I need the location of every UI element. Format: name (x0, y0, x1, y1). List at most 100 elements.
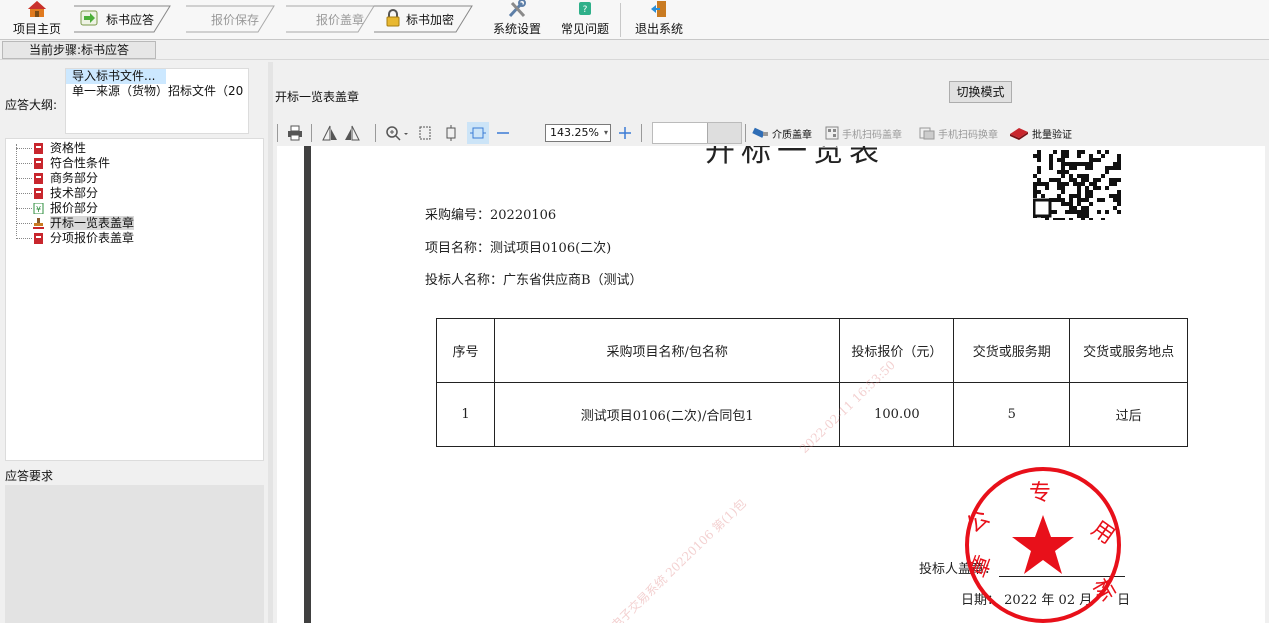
svg-text:¥: ¥ (36, 205, 41, 214)
tree-item-label: 报价部分 (50, 201, 99, 215)
media-seal-button[interactable]: 介质盖章 (751, 122, 812, 144)
usb-key-icon (752, 127, 768, 138)
document-heading: 开标一览表 (705, 146, 885, 169)
step-label-quote-seal: 报价盖章 (316, 13, 365, 27)
table-header-row: 序号 采购项目名称/包名称 投标报价（元） 交货或服务期 交货或服务地点 (436, 318, 1188, 383)
media-seal-label: 介质盖章 (772, 129, 812, 141)
mobile-scan-swap-label: 手机扫码换章 (938, 129, 998, 141)
zoom-tool-button[interactable] (385, 122, 409, 144)
tree-item-technical[interactable]: 技术部分 (6, 186, 263, 201)
lock-icon (386, 9, 400, 27)
toolbar-divider (277, 124, 278, 142)
project-home-button[interactable]: 项目主页 (12, 0, 62, 40)
toolbar-divider (745, 124, 746, 142)
batch-verify-label: 批量验证 (1032, 129, 1072, 141)
page-navigator-box[interactable] (652, 122, 742, 144)
print-button[interactable] (287, 122, 303, 144)
outline-list[interactable]: 导入标书文件... 单一来源（货物）招标文件（20 (65, 68, 249, 134)
tree-item-label: 开标一览表盖章 (50, 216, 135, 230)
table-header-cell: 交货或服务期 (953, 318, 1071, 383)
zoom-level-select[interactable]: 143.25% ▾ (545, 124, 611, 142)
rotate-right-icon (345, 125, 360, 141)
fit-page-icon (446, 125, 456, 141)
tree-item-qualification[interactable]: 资格性 (6, 141, 263, 156)
zoom-level-value: 143.25% (550, 126, 599, 139)
tree-item-business[interactable]: 商务部分 (6, 171, 263, 186)
tools-icon (508, 0, 526, 18)
green-arrow-icon (80, 10, 98, 26)
tree-item-label: 技术部分 (50, 186, 99, 200)
pdf-toolbar: 143.25% ▾ 介质盖章 手机扫码盖章 手机扫码换章 批量验证 (277, 122, 1267, 144)
mobile-scan-seal-button[interactable]: 手机扫码盖章 (825, 122, 902, 144)
tree-item-label: 商务部分 (50, 171, 99, 185)
pdf-doc-icon (34, 143, 43, 154)
outline-item-import[interactable]: 导入标书文件... (66, 69, 166, 84)
toolbar-divider (620, 3, 621, 37)
document-viewer[interactable]: 开标一览表 采购编号：20220106 项目名称：测试项目0106(二次) 投标… (277, 146, 1265, 623)
mobile-scan-seal-label: 手机扫码盖章 (842, 129, 902, 141)
step-quote-seal[interactable]: 报价盖章 (282, 4, 382, 34)
book-stack-icon (1010, 128, 1028, 140)
table-header-cell: 采购项目名称/包名称 (493, 318, 841, 383)
step-bid-encrypt[interactable]: 标书加密 (370, 4, 478, 34)
batch-verify-button[interactable]: 批量验证 (1009, 122, 1072, 144)
red-official-seal: 专 用 公 章 标 (962, 467, 1121, 623)
current-step-tab[interactable]: 当前步骤:标书应答 (2, 41, 156, 59)
exit-system-button[interactable]: 退出系统 (632, 0, 686, 40)
table-cell: 过后 (1069, 382, 1188, 447)
rotate-right-button[interactable] (343, 122, 361, 144)
plus-icon (619, 127, 631, 139)
exit-door-icon (651, 1, 666, 17)
fit-width-button[interactable] (467, 122, 489, 144)
tree-item-label: 资格性 (50, 141, 87, 155)
faq-label: 常见问题 (560, 22, 609, 36)
table-header-cell: 序号 (436, 318, 495, 383)
bidder-name: 投标人名称：广东省供应商B（测试） (425, 273, 643, 288)
page-edge (304, 146, 311, 623)
table-header-cell: 交货或服务地点 (1069, 318, 1188, 383)
outline-item-tender-file[interactable]: 单一来源（货物）招标文件（20 (66, 84, 248, 99)
svg-text:?: ? (583, 5, 588, 15)
svg-text:章: 章 (966, 552, 997, 581)
tree-item-label: 分项报价表盖章 (50, 231, 135, 245)
requirements-label: 应答要求 (5, 469, 54, 483)
faq-button[interactable]: ? 常见问题 (558, 0, 612, 40)
table-cell: 测试项目0106(二次)/合同包1 (493, 382, 841, 447)
stamp-icon (33, 218, 44, 229)
outline-label: 应答大纲: (5, 98, 58, 112)
mobile-scan-swap-button[interactable]: 手机扫码换章 (919, 122, 998, 144)
step-label-quote-save: 报价保存 (211, 13, 260, 27)
project-name: 项目名称：测试项目0106(二次) (425, 241, 612, 256)
zoom-out-button[interactable] (495, 122, 511, 144)
tree-item-quotation[interactable]: ¥ 报价部分 (6, 201, 263, 216)
tree-item-compliance[interactable]: 符合性条件 (6, 156, 263, 171)
bid-summary-table: 序号 采购项目名称/包名称 投标报价（元） 交货或服务期 交货或服务地点 1 测… (436, 318, 1188, 447)
chevron-down-icon: ▾ (603, 128, 608, 137)
actual-size-button[interactable] (417, 122, 433, 144)
table-cell: 5 (953, 382, 1071, 447)
current-step-bar: 当前步骤:标书应答 (0, 40, 1269, 60)
switch-mode-button[interactable]: 切换模式 (949, 81, 1012, 103)
requirements-box (5, 485, 264, 623)
document-title: 开标一览表盖章 (275, 90, 360, 104)
system-watermark: 电子交易系统 20220106 第(1)包 (608, 496, 749, 623)
tree-item-itemized-seal[interactable]: 分项报价表盖章 (6, 231, 263, 246)
step-bid-response[interactable]: 标书应答 (70, 4, 178, 34)
fit-width-icon (470, 127, 486, 139)
tree-item-bid-opening-seal[interactable]: 开标一览表盖章 (6, 216, 263, 231)
fit-page-button[interactable] (443, 122, 459, 144)
project-home-label: 项目主页 (12, 22, 61, 36)
rotate-left-button[interactable] (321, 122, 339, 144)
printer-icon (288, 125, 302, 141)
step-quote-save[interactable]: 报价保存 (182, 4, 282, 34)
system-settings-button[interactable]: 系统设置 (490, 0, 544, 40)
step-label-bid-encrypt: 标书加密 (406, 13, 455, 27)
toolbar-divider (375, 124, 376, 142)
svg-text:专: 专 (1029, 481, 1051, 506)
zoom-in-button[interactable] (617, 122, 633, 144)
pdf-doc-icon (34, 173, 43, 184)
pdf-doc-icon (34, 188, 43, 199)
pdf-doc-icon (34, 158, 43, 169)
help-icon: ? (579, 2, 591, 15)
tree-item-label: 符合性条件 (50, 156, 111, 170)
